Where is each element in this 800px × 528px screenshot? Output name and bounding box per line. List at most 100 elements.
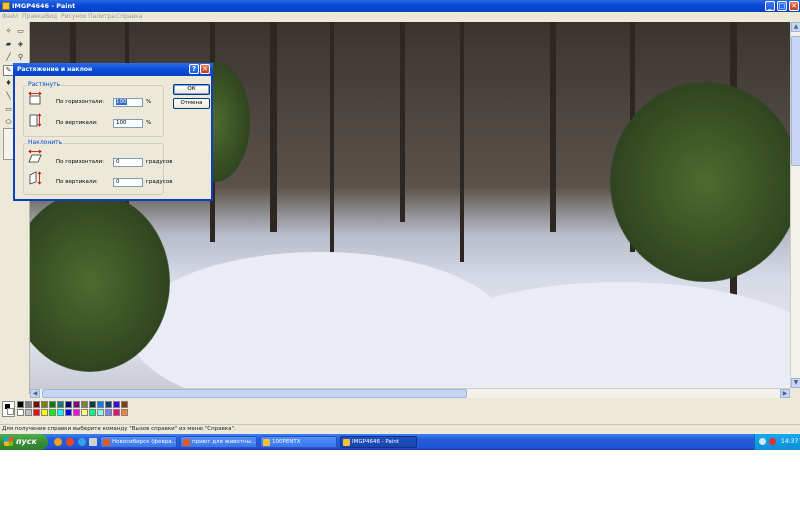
paint-app-icon[interactable] <box>2 2 10 10</box>
palette-swatch[interactable] <box>113 401 120 408</box>
palette-swatch[interactable] <box>89 409 96 416</box>
palette-swatch[interactable] <box>17 401 24 408</box>
palette-swatch[interactable] <box>57 409 64 416</box>
scroll-up-arrow-icon[interactable]: ▲ <box>791 22 800 32</box>
paint-app-icon <box>343 439 350 446</box>
rect-select-tool[interactable]: ▭ <box>15 26 26 37</box>
vertical-scrollbar[interactable]: ▲ ▼ <box>790 22 800 388</box>
current-colors[interactable] <box>2 401 15 417</box>
skew-vertical-input[interactable]: 0 <box>113 178 143 187</box>
palette-swatch[interactable] <box>121 401 128 408</box>
stretch-group: Растянуть По горизонтали: 100 % По верти… <box>23 81 164 137</box>
maximize-button[interactable]: □ <box>777 1 787 11</box>
browser-tab-icon <box>103 439 110 446</box>
pine-branches <box>610 82 790 282</box>
stretch-vertical-label: По вертикали: <box>56 120 98 126</box>
ok-button[interactable]: ОК <box>173 84 210 95</box>
task-100pentx-folder[interactable]: 100PENTX <box>260 436 337 448</box>
menu-help[interactable]: Справка <box>116 13 142 20</box>
stretch-horizontal-label: По горизонтали: <box>56 99 104 105</box>
palette-swatch[interactable] <box>41 401 48 408</box>
fill-tool[interactable]: ◈ <box>15 39 26 50</box>
palette-swatch[interactable] <box>89 401 96 408</box>
browser-icon[interactable] <box>66 438 74 446</box>
eyedropper-tool[interactable]: ╱ <box>3 52 14 63</box>
task-novosibirsk[interactable]: Новосибирск (февра... <box>100 436 177 448</box>
palette-swatch[interactable] <box>25 409 32 416</box>
scroll-left-arrow-icon[interactable]: ◀ <box>30 389 40 398</box>
palette-swatch[interactable] <box>81 401 88 408</box>
horizontal-scrollbar[interactable]: ◀ ▶ <box>30 388 790 398</box>
palette-swatch[interactable] <box>49 409 56 416</box>
tree-trunk <box>460 22 464 262</box>
stretch-vertical-icon <box>29 113 42 127</box>
tree-trunk <box>330 22 334 252</box>
cancel-button[interactable]: Отмена <box>173 98 210 109</box>
system-tray: 14:37 <box>754 434 800 450</box>
palette-swatch[interactable] <box>73 401 80 408</box>
palette-swatch[interactable] <box>97 401 104 408</box>
start-button[interactable]: пуск <box>0 434 48 450</box>
palette-swatch[interactable] <box>73 409 80 416</box>
start-label: пуск <box>16 437 37 446</box>
security-icon[interactable] <box>769 438 776 445</box>
task-animal-shelter[interactable]: приют для животны... <box>180 436 257 448</box>
close-button[interactable]: ✕ <box>789 1 799 11</box>
menu-bar: Файл Правка Вид Рисунок Палитра Справка <box>0 12 800 22</box>
skew-group: Наклонить По горизонтали: 0 градусов По … <box>23 139 172 195</box>
scroll-right-arrow-icon[interactable]: ▶ <box>780 389 790 398</box>
menu-colors[interactable]: Палитра <box>88 13 115 20</box>
palette-swatch[interactable] <box>41 409 48 416</box>
show-desktop-icon[interactable] <box>89 438 97 446</box>
stretch-vertical-input[interactable]: 100 <box>113 119 143 128</box>
folder-icon <box>263 439 270 446</box>
ie-icon[interactable] <box>78 438 86 446</box>
palette-swatch[interactable] <box>57 401 64 408</box>
horizontal-scroll-thumb[interactable] <box>42 389 467 398</box>
minimize-button[interactable]: _ <box>765 1 775 11</box>
skew-horizontal-value: 0 <box>116 159 120 165</box>
tree-trunk <box>270 22 277 232</box>
palette-swatch[interactable] <box>97 409 104 416</box>
background-color[interactable] <box>7 408 14 415</box>
opera-icon[interactable] <box>54 438 62 446</box>
palette-swatch[interactable] <box>17 409 24 416</box>
palette-swatch[interactable] <box>105 401 112 408</box>
stretch-horizontal-input[interactable]: 100 <box>113 98 143 107</box>
palette-swatch[interactable] <box>49 401 56 408</box>
network-icon[interactable] <box>759 438 766 445</box>
browser-tab-icon <box>183 439 190 446</box>
menu-image[interactable]: Рисунок <box>61 13 87 20</box>
menu-view[interactable]: Вид <box>45 13 57 20</box>
palette-swatch[interactable] <box>121 409 128 416</box>
palette-swatch[interactable] <box>33 401 40 408</box>
palette-swatch[interactable] <box>113 409 120 416</box>
palette-swatch[interactable] <box>33 409 40 416</box>
task-paint[interactable]: IMGP4646 - Paint <box>340 436 417 448</box>
palette-swatch[interactable] <box>65 401 72 408</box>
palette-swatch[interactable] <box>65 409 72 416</box>
skew-horizontal-input[interactable]: 0 <box>113 158 143 167</box>
stretch-vertical-unit: % <box>146 120 152 126</box>
dialog-help-button[interactable]: ? <box>189 64 199 74</box>
stretch-skew-dialog: Растяжение и наклон ? ✕ Растянуть По гор… <box>13 63 213 201</box>
palette-swatch[interactable] <box>81 409 88 416</box>
skew-vertical-icon <box>29 171 42 185</box>
palette-swatch[interactable] <box>105 409 112 416</box>
vertical-scroll-thumb[interactable] <box>791 36 800 166</box>
palette-swatch[interactable] <box>25 401 32 408</box>
skew-legend: Наклонить <box>27 139 64 146</box>
clock[interactable]: 14:37 <box>781 438 798 445</box>
magnifier-tool[interactable]: ⚲ <box>15 52 26 63</box>
scroll-down-arrow-icon[interactable]: ▼ <box>791 378 800 388</box>
tree-trunk <box>550 22 556 232</box>
window-title-bar[interactable]: IMGP4646 - Paint _ □ ✕ <box>0 0 800 12</box>
dialog-title-bar[interactable]: Растяжение и наклон ? ✕ <box>13 63 213 76</box>
desktop-screen: IMGP4646 - Paint _ □ ✕ Файл Правка Вид Р… <box>0 0 800 450</box>
menu-file[interactable]: Файл <box>2 13 19 20</box>
eraser-tool[interactable]: ▰ <box>3 39 14 50</box>
menu-edit[interactable]: Правка <box>22 13 45 20</box>
dialog-close-button[interactable]: ✕ <box>200 64 210 74</box>
free-select-tool[interactable]: ✧ <box>3 26 14 37</box>
skew-horizontal-unit: градусов <box>146 159 173 165</box>
